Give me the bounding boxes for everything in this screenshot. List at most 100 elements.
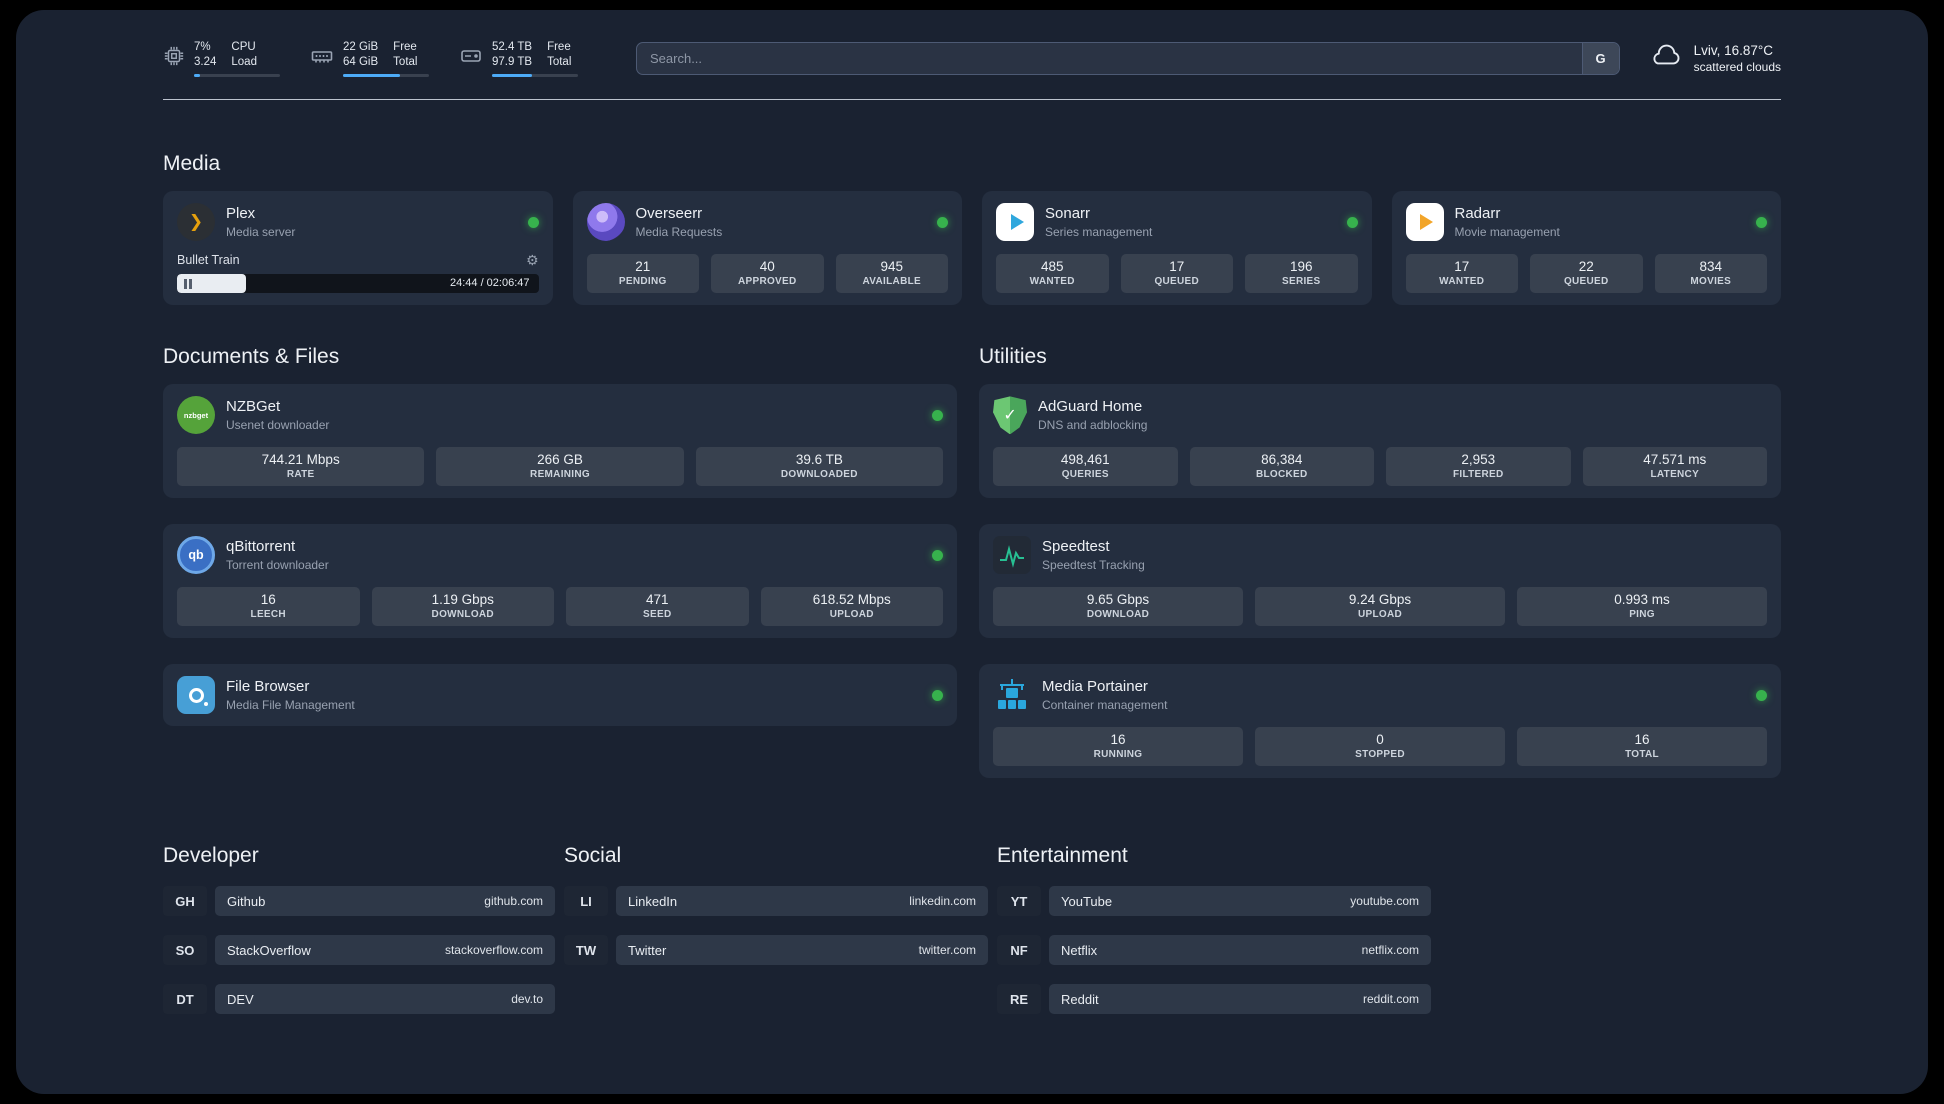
search-bar: G <box>636 42 1620 76</box>
stat-pending: 21 PENDING <box>586 254 699 294</box>
app-card-sonarr[interactable]: Sonarr Series management 485 WANTED 17 Q… <box>982 191 1372 306</box>
stat-ping: 0.993 ms PING <box>1517 587 1768 627</box>
cpu-label: CPU <box>231 41 256 53</box>
app-description: Media Requests <box>635 225 723 240</box>
bookmark-abbr: LI <box>564 886 608 917</box>
section-title-utilities: Utilities <box>979 345 1047 369</box>
app-description: Speedtest Tracking <box>1042 558 1145 573</box>
bookmark-name: Github <box>227 893 266 909</box>
memory-widget: 22 GiB 64 GiB Free Total <box>310 40 429 78</box>
app-card-portainer[interactable]: Media Portainer Container management 16 … <box>979 664 1781 779</box>
section-title-documents: Documents & Files <box>163 345 340 369</box>
bookmark-name: StackOverflow <box>227 942 311 958</box>
app-description: Movie management <box>1454 225 1560 240</box>
bookmark-twitter[interactable]: TW Twitter twitter.com <box>564 935 988 966</box>
bookmark-reddit[interactable]: RE Reddit reddit.com <box>997 984 1431 1015</box>
bookmark-abbr: YT <box>997 886 1041 917</box>
section-social: Social LI LinkedIn linkedin.com TW Twitt… <box>564 844 988 1033</box>
section-title-entertainment: Entertainment <box>997 844 1128 868</box>
bookmark-url: github.com <box>484 894 543 909</box>
playback-time: 24:44 / 02:06:47 <box>449 277 530 290</box>
status-online-dot <box>932 689 944 701</box>
memory-icon <box>310 44 334 73</box>
bookmark-url: netflix.com <box>1361 943 1419 958</box>
bookmark-stackoverflow[interactable]: SO StackOverflow stackoverflow.com <box>163 935 555 966</box>
ram-progress-bar <box>343 74 429 78</box>
stat-stopped: 0 STOPPED <box>1255 727 1506 767</box>
bookmark-abbr: DT <box>163 984 207 1015</box>
stat-download: 9.65 Gbps DOWNLOAD <box>993 587 1244 627</box>
app-card-overseerr[interactable]: Overseerr Media Requests 21 PENDING 40 A… <box>572 191 962 306</box>
bookmark-name: Reddit <box>1061 991 1099 1007</box>
bookmark-youtube[interactable]: YT YouTube youtube.com <box>997 886 1431 917</box>
bookmark-abbr: NF <box>997 935 1041 966</box>
nzbget-icon: nzbget <box>177 396 215 435</box>
status-online-dot <box>1346 216 1358 228</box>
app-name: NZBGet <box>226 398 281 416</box>
app-card-filebrowser[interactable]: File Browser Media File Management <box>163 664 958 727</box>
now-playing-title: Bullet Train <box>177 253 240 268</box>
section-title-media: Media <box>163 152 221 176</box>
weather-widget: Lviv, 16.87°C scattered clouds <box>1648 42 1781 75</box>
search-input[interactable] <box>637 43 1582 75</box>
app-card-speedtest[interactable]: Speedtest Speedtest Tracking 9.65 Gbps D… <box>979 524 1781 639</box>
disk-total-label: Total <box>547 56 572 69</box>
stat-downloaded: 39.6 TB DOWNLOADED <box>695 447 944 487</box>
stat-download: 1.19 Gbps DOWNLOAD <box>371 587 554 627</box>
bookmark-github[interactable]: GH Github github.com <box>163 886 555 917</box>
app-name: Radarr <box>1454 205 1501 223</box>
bookmark-url: twitter.com <box>918 943 976 958</box>
section-entertainment: Entertainment YT YouTube youtube.com NF … <box>997 844 1431 1033</box>
gear-icon[interactable]: ⚙ <box>526 253 539 267</box>
stat-wanted: 485 WANTED <box>996 254 1109 294</box>
adguard-shield-icon: ✓ <box>993 396 1028 435</box>
weather-location: Lviv, 16.87°C <box>1693 43 1774 59</box>
qbittorrent-icon: qb <box>177 536 215 575</box>
stat-upload: 618.52 Mbps UPLOAD <box>760 587 943 627</box>
app-name: Media Portainer <box>1042 678 1148 696</box>
bookmark-url: reddit.com <box>1362 992 1419 1007</box>
overseerr-icon <box>586 203 625 242</box>
ram-progress-fill <box>343 74 400 78</box>
dashboard-frame: 7% 3.24 CPU Load 22 GiB 64 GiB Free Tota… <box>16 10 1928 1094</box>
ram-free-label: Free <box>393 41 417 53</box>
bookmark-url: dev.to <box>511 992 543 1007</box>
app-card-nzbget[interactable]: nzbget NZBGet Usenet downloader 744.21 M… <box>163 384 958 499</box>
status-online-dot <box>1756 689 1767 701</box>
ram-free-value: 22 GiB <box>343 41 379 53</box>
section-documents: Documents & Files nzbget NZBGet Usenet d… <box>163 345 958 778</box>
cpu-load-value: 3.24 <box>194 56 217 69</box>
bookmark-netflix[interactable]: NF Netflix netflix.com <box>997 935 1431 966</box>
plex-icon: ❯ <box>177 203 215 242</box>
stat-queries: 498,461 QUERIES <box>993 447 1178 487</box>
bookmark-dev[interactable]: DT DEV dev.to <box>163 984 555 1015</box>
app-name: qBittorrent <box>226 538 296 556</box>
stat-running: 16 RUNNING <box>993 727 1244 767</box>
cloud-icon <box>1648 42 1684 75</box>
app-card-plex[interactable]: ❯ Plex Media server Bullet Train ⚙ 24:44… <box>163 191 553 306</box>
disk-widget: 52.4 TB 97.9 TB Free Total <box>459 40 578 78</box>
stat-series: 196 SERIES <box>1245 254 1358 294</box>
app-name: Overseerr <box>635 205 703 223</box>
cpu-progress-fill <box>194 74 201 78</box>
ram-total-value: 64 GiB <box>343 56 379 69</box>
app-card-radarr[interactable]: Radarr Movie management 17 WANTED 22 QUE… <box>1391 191 1781 306</box>
cpu-usage-value: 7% <box>194 41 211 53</box>
weather-condition: scattered clouds <box>1693 60 1781 75</box>
search-engine-button[interactable]: G <box>1581 43 1619 75</box>
bookmark-name: DEV <box>227 991 254 1007</box>
app-card-adguard[interactable]: ✓ AdGuard Home DNS and adblocking 498,46… <box>979 384 1781 499</box>
filebrowser-icon <box>177 676 215 715</box>
bookmark-name: Twitter <box>628 942 667 958</box>
sonarr-icon <box>996 203 1034 242</box>
cpu-chip-icon <box>163 45 185 72</box>
bookmark-url: youtube.com <box>1350 894 1419 909</box>
app-name: Speedtest <box>1042 538 1110 556</box>
stat-queued: 17 QUEUED <box>1120 254 1233 294</box>
pause-icon[interactable] <box>184 278 192 289</box>
app-description: Torrent downloader <box>226 558 329 573</box>
app-card-qbittorrent[interactable]: qb qBittorrent Torrent downloader 16 LEE… <box>163 524 958 639</box>
bookmark-linkedin[interactable]: LI LinkedIn linkedin.com <box>564 886 988 917</box>
stat-rate: 744.21 Mbps RATE <box>177 447 425 487</box>
stat-upload: 9.24 Gbps UPLOAD <box>1255 587 1506 627</box>
